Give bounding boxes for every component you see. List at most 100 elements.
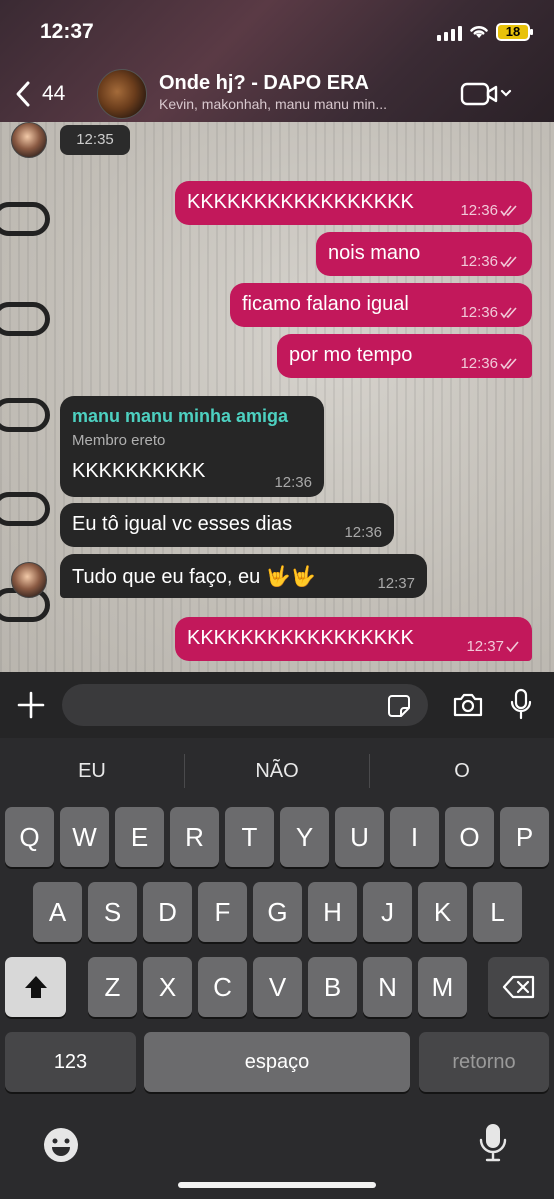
chat-area[interactable]: 12:35 KKKKKKKKKKKKKKKKK 12:36 nois mano …	[0, 122, 554, 672]
unread-count: 44	[42, 82, 66, 105]
sticker-icon[interactable]	[387, 694, 411, 718]
numbers-key[interactable]: 123	[5, 1032, 136, 1092]
key-t[interactable]: T	[225, 807, 274, 867]
shift-icon	[24, 976, 47, 998]
back-button[interactable]: 44	[14, 80, 65, 108]
key-p[interactable]: P	[500, 807, 549, 867]
key-f[interactable]: F	[198, 882, 247, 942]
key-m[interactable]: M	[418, 957, 467, 1017]
message-meta: 12:37	[466, 638, 520, 655]
key-g[interactable]: G	[253, 882, 302, 942]
key-e[interactable]: E	[115, 807, 164, 867]
sender-role: Membro ereto	[72, 432, 166, 449]
sender-name[interactable]: manu manu minha amiga	[72, 406, 288, 427]
backspace-key[interactable]	[488, 957, 549, 1017]
message-meta: 12:36	[460, 304, 520, 321]
key-q[interactable]: Q	[5, 807, 54, 867]
message-time: 12:36	[460, 355, 498, 372]
suggestion-2[interactable]: NÃO	[185, 738, 369, 804]
key-z[interactable]: Z	[88, 957, 137, 1017]
message-text: KKKKKKKKKKKKKKKKK	[187, 627, 414, 649]
message-time: 12:37	[377, 575, 415, 592]
space-key[interactable]: espaço	[144, 1032, 410, 1092]
notebook-ring-decoration	[0, 492, 50, 526]
outgoing-message[interactable]: KKKKKKKKKKKKKKKKK 12:36	[175, 181, 532, 225]
message-input[interactable]	[62, 684, 428, 726]
key-l[interactable]: L	[473, 882, 522, 942]
key-i[interactable]: I	[390, 807, 439, 867]
video-camera-icon	[460, 82, 512, 106]
message-time: 12:36	[344, 524, 382, 541]
chat-header: 12:37 18 44 Onde hj? - DAPO ERA Kevin, m…	[0, 0, 554, 122]
return-key[interactable]: retorno	[419, 1032, 549, 1092]
key-c[interactable]: C	[198, 957, 247, 1017]
key-u[interactable]: U	[335, 807, 384, 867]
message-text: KKKKKKKKKKKKKKKKK	[187, 191, 414, 213]
message-time: 12:36	[460, 253, 498, 270]
read-receipt-icon	[500, 306, 517, 318]
notebook-ring-decoration	[0, 302, 50, 336]
key-v[interactable]: V	[253, 957, 302, 1017]
suggestion-3[interactable]: O	[370, 738, 554, 804]
avatar[interactable]	[11, 562, 47, 598]
cellular-signal-icon	[437, 26, 462, 41]
read-receipt-icon	[500, 204, 517, 216]
key-h[interactable]: H	[308, 882, 357, 942]
incoming-message[interactable]: manu manu minha amiga Membro ereto KKKKK…	[60, 396, 324, 497]
keyboard: EU NÃO O Q W E R T Y U I O P A S D F G H…	[0, 738, 554, 1199]
message-time: 12:36	[460, 202, 498, 219]
wifi-icon	[470, 26, 488, 38]
incoming-message[interactable]: Tudo que eu faço, eu 🤟🤟 12:37	[60, 554, 427, 598]
message-text: KKKKKKKKKK	[72, 460, 206, 482]
group-avatar[interactable]	[97, 69, 147, 119]
key-y[interactable]: Y	[280, 807, 329, 867]
microphone-icon[interactable]	[510, 688, 532, 720]
read-receipt-icon	[500, 357, 517, 369]
key-n[interactable]: N	[363, 957, 412, 1017]
read-receipt-icon	[500, 255, 517, 267]
key-r[interactable]: R	[170, 807, 219, 867]
message-text: nois mano	[328, 242, 421, 264]
message-time: 12:36	[460, 304, 498, 321]
shift-key[interactable]	[5, 957, 66, 1017]
emoji-icon[interactable]	[42, 1126, 80, 1164]
message-meta: 12:36	[460, 202, 520, 219]
plus-icon[interactable]	[16, 690, 46, 720]
key-o[interactable]: O	[445, 807, 494, 867]
key-w[interactable]: W	[60, 807, 109, 867]
message-text: Eu tô igual vc esses dias	[72, 513, 293, 535]
message-meta: 12:36	[460, 253, 520, 270]
outgoing-message[interactable]: nois mano 12:36	[316, 232, 532, 276]
status-time: 12:37	[40, 20, 94, 43]
chat-participants[interactable]: Kevin, makonhah, manu manu min...	[159, 96, 387, 112]
message-input-bar	[0, 672, 554, 738]
sent-receipt-icon	[506, 640, 519, 652]
camera-icon[interactable]	[452, 692, 484, 718]
notebook-ring-decoration	[0, 202, 50, 236]
key-b[interactable]: B	[308, 957, 357, 1017]
suggestion-1[interactable]: EU	[0, 738, 184, 804]
message-text: por mo tempo	[289, 344, 413, 366]
outgoing-message[interactable]: por mo tempo 12:36	[277, 334, 532, 378]
avatar[interactable]	[11, 122, 47, 158]
backspace-icon	[502, 975, 534, 999]
key-a[interactable]: A	[33, 882, 82, 942]
incoming-message[interactable]: Eu tô igual vc esses dias 12:36	[60, 503, 394, 547]
chat-title[interactable]: Onde hj? - DAPO ERA	[159, 72, 369, 95]
key-d[interactable]: D	[143, 882, 192, 942]
notebook-ring-decoration	[0, 398, 50, 432]
outgoing-message[interactable]: KKKKKKKKKKKKKKKKK 12:37	[175, 617, 532, 661]
key-x[interactable]: X	[143, 957, 192, 1017]
video-call-button[interactable]	[460, 80, 516, 108]
home-indicator[interactable]	[178, 1182, 376, 1188]
key-s[interactable]: S	[88, 882, 137, 942]
dictation-microphone-icon[interactable]	[478, 1122, 508, 1162]
message-time: 12:37	[466, 638, 504, 655]
battery-indicator: 18	[496, 23, 533, 41]
key-k[interactable]: K	[418, 882, 467, 942]
message-text: ficamo falano igual	[242, 293, 409, 315]
outgoing-message[interactable]: ficamo falano igual 12:36	[230, 283, 532, 327]
message-meta: 12:36	[460, 355, 520, 372]
key-j[interactable]: J	[363, 882, 412, 942]
message-time-pill: 12:35	[60, 125, 130, 155]
